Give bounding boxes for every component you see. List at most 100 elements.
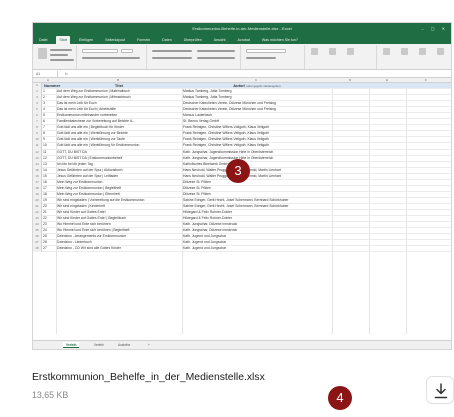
cell-author[interactable]: Diözese St. Pölten [183, 186, 331, 191]
format-cells-icon[interactable] [419, 48, 426, 55]
cell-title[interactable]: Jesus Gefährten auf der Spur | Aktionsbu… [57, 168, 181, 173]
cell-number[interactable]: 2 [43, 95, 55, 100]
ribbon-tab[interactable]: Datei [36, 36, 50, 44]
cell-title[interactable]: Gott lädt uns alle ein | Werkführung für… [57, 143, 181, 148]
cell-number[interactable]: 22 [43, 216, 55, 221]
cell-title[interactable]: Wo Himmel und Erde sich berühren [57, 222, 181, 227]
cell-author[interactable]: Katholisches Bibelwerk GmbH [183, 162, 331, 167]
cell-number[interactable]: 24 [43, 228, 55, 233]
cell-author[interactable]: Hans Neuhold, Walter Pruggan, Andreas Sc… [183, 168, 331, 173]
cell-author[interactable]: St. Benno Verlag GmbH [183, 119, 331, 124]
cell-number[interactable]: 5 [43, 113, 55, 118]
cell-author[interactable]: Kath. Jungschar, Diözese Innsbruck [183, 222, 331, 227]
cell-author[interactable]: Sabine Ednger, Gerlt Hecht, Josef Scherm… [183, 198, 331, 203]
cell-author[interactable]: Sabine Ednger, Gerlt Hecht, Josef Scherm… [183, 204, 331, 209]
cell-number[interactable]: 16 [43, 180, 55, 185]
cell-title[interactable]: Ich bin bei dir jeden Tag [57, 162, 181, 167]
cell-author[interactable]: Kath. Jugend und Jungschar [183, 234, 331, 239]
cell-number[interactable]: 13 [43, 162, 55, 167]
cell-number[interactable]: 21 [43, 210, 55, 215]
sheet-tab[interactable]: Verleih [63, 342, 80, 348]
cell-author[interactable]: Kath. Jungschar, Jugendkommission Hirte … [183, 150, 331, 155]
ribbon-tab[interactable]: Formeln [134, 36, 153, 44]
cell-title[interactable]: Auf dem Weg zur Erstkommunion | Material… [57, 89, 181, 94]
sheet-tab[interactable]: Ausleihe [115, 342, 133, 348]
paste-icon[interactable] [38, 48, 47, 59]
cell-number[interactable]: 26 [43, 240, 55, 245]
cell-title[interactable]: Familienkatechese zur Vorbereitung auf B… [57, 119, 181, 124]
formula-bar[interactable]: A1 fx [33, 70, 451, 78]
cell-number[interactable]: 25 [43, 234, 55, 239]
cell-author[interactable]: Diözese St. Pölten [183, 180, 331, 185]
cell-title[interactable]: Gott lädt uns alle ein | Werkführung zur… [57, 131, 181, 136]
cell-title[interactable]: Das ist mein Leib für Euch [57, 101, 181, 106]
cell-author[interactable]: Markus Tomberg, Jutta Tomberg [183, 89, 331, 94]
download-button[interactable] [426, 376, 454, 404]
cell-number[interactable]: 27 [43, 246, 55, 251]
worksheet-grid[interactable]: ABCDEF 1 Nummer Titel Autor/ (oder gegebr. … [33, 78, 451, 334]
insert-cells-icon[interactable] [383, 48, 390, 55]
cell-number[interactable]: 10 [43, 143, 55, 148]
cell-number[interactable]: 3 [43, 101, 55, 106]
cell-number[interactable]: 4 [43, 107, 55, 112]
cell-author[interactable]: Kath. Jugend und Jungschar [183, 240, 331, 245]
cell-title[interactable]: GOTT, DU BIST DA | Erstkommunionbehelf [57, 156, 181, 161]
cell-title[interactable]: Gott lädt uns alle ein | Begleitbuch für… [57, 125, 181, 130]
add-sheet-button[interactable]: + [145, 342, 153, 348]
cell-title[interactable]: Gott lädt uns alle ein | Werkführung zur… [57, 137, 181, 142]
cell-number[interactable]: 9 [43, 137, 55, 142]
cell-author[interactable]: Kath. Jugend und Jungschar [183, 246, 331, 251]
cell-title[interactable]: Mein Weg zur Erstkommunion [57, 180, 181, 185]
cell-number[interactable]: 8 [43, 131, 55, 136]
cell-author[interactable]: Hans Neuhold, Walter Pruggan, Andreas Sc… [183, 174, 331, 179]
cell-number[interactable]: 20 [43, 204, 55, 209]
sheet-tab[interactable]: Verleih [91, 342, 107, 348]
cell-title[interactable]: Dziedzino - Liederbuch [57, 240, 181, 245]
cell-author[interactable]: Marcus Lauterbach [183, 113, 331, 118]
cell-number[interactable]: 18 [43, 192, 55, 197]
editing-icon[interactable] [437, 48, 444, 55]
cell-number[interactable]: 19 [43, 198, 55, 203]
format-table-icon[interactable] [329, 48, 336, 55]
conditional-format-icon[interactable] [311, 48, 318, 55]
cell-title[interactable]: GOTT, DU BIST DA [57, 150, 181, 155]
ribbon-tab[interactable]: Einfügen [76, 36, 96, 44]
ribbon-tab[interactable]: Acrobat [235, 36, 253, 44]
ribbon-tab[interactable]: Seitenlayout [102, 36, 128, 44]
cell-title[interactable]: Jesus Gefährten auf der Spur | Leitfaden [57, 174, 181, 179]
cell-author[interactable]: Frank Reintgen, Christine Willers Vellgu… [183, 143, 331, 148]
cell-number[interactable]: 23 [43, 222, 55, 227]
cell-title[interactable]: Wo Himmel und Erde sich berühren | Begle… [57, 228, 181, 233]
cell-author[interactable]: Frank Reintgen, Christine Willers Vellgu… [183, 131, 331, 136]
cell-number[interactable]: 6 [43, 119, 55, 124]
delete-cells-icon[interactable] [401, 48, 408, 55]
cell-author[interactable]: Markus Tomberg, Jutta Tomberg [183, 95, 331, 100]
cell-number[interactable]: 14 [43, 168, 55, 173]
cell-title[interactable]: Erstkommunion miteinander vorbereiten [57, 113, 181, 118]
cell-title[interactable]: Auf dem Weg zur Erstkommunion | Mitmachb… [57, 95, 181, 100]
cell-author[interactable]: Frank Reintgen, Christine Willers-Vollgu… [183, 125, 331, 130]
cell-title[interactable]: Mein Weg zur Erstkommunion | Elternheft [57, 192, 181, 197]
cell-title[interactable]: Wir sind eingeladen | Kinderheft [57, 204, 181, 209]
cell-author[interactable]: Deutscher Katecheten-Verein, Diözese Mün… [183, 107, 331, 112]
cell-title[interactable]: Dziedzino - CD Wir sind alle Gottes Kind… [57, 246, 181, 251]
cell-author[interactable]: Kath. Jungschar, Jugendkommission Hirte … [183, 156, 331, 161]
cell-author[interactable]: Deutscher Katecheten-Verein, Diözese Mün… [183, 101, 331, 106]
header-cell-title[interactable]: Titel [57, 83, 181, 88]
cell-number[interactable]: 7 [43, 125, 55, 130]
ribbon-tab[interactable]: Ansicht [211, 36, 229, 44]
cell-author[interactable]: Hildegard & Felix Rohner-Dobler [183, 216, 331, 221]
cell-title[interactable]: Wir sind Kinder auf Gottes Erde! [57, 210, 181, 215]
cell-number[interactable]: 11 [43, 150, 55, 155]
cell-number[interactable]: 1 [43, 89, 55, 94]
spreadsheet-preview[interactable]: Erstkommunion-Behelfe-in-der-Medienstell… [32, 22, 452, 350]
cell-author[interactable]: Diözese St. Pölten [183, 192, 331, 197]
cell-title[interactable]: Mein Weg zur Erstkommunion | Begleitheft [57, 186, 181, 191]
cell-number[interactable]: 17 [43, 186, 55, 191]
cell-author[interactable]: Kath. Jungschar, Diözese Innsbruck [183, 228, 331, 233]
cell-number[interactable]: 15 [43, 174, 55, 179]
cell-title[interactable]: Dziedzino - Arrangements zur Erstkommuni… [57, 234, 181, 239]
cell-author[interactable]: Hildegard & Felix Rohner-Dobler [183, 210, 331, 215]
cell-styles-icon[interactable] [347, 48, 354, 55]
cell-title[interactable]: Wir sind Kinder auf Gottes Erde! | Begle… [57, 216, 181, 221]
